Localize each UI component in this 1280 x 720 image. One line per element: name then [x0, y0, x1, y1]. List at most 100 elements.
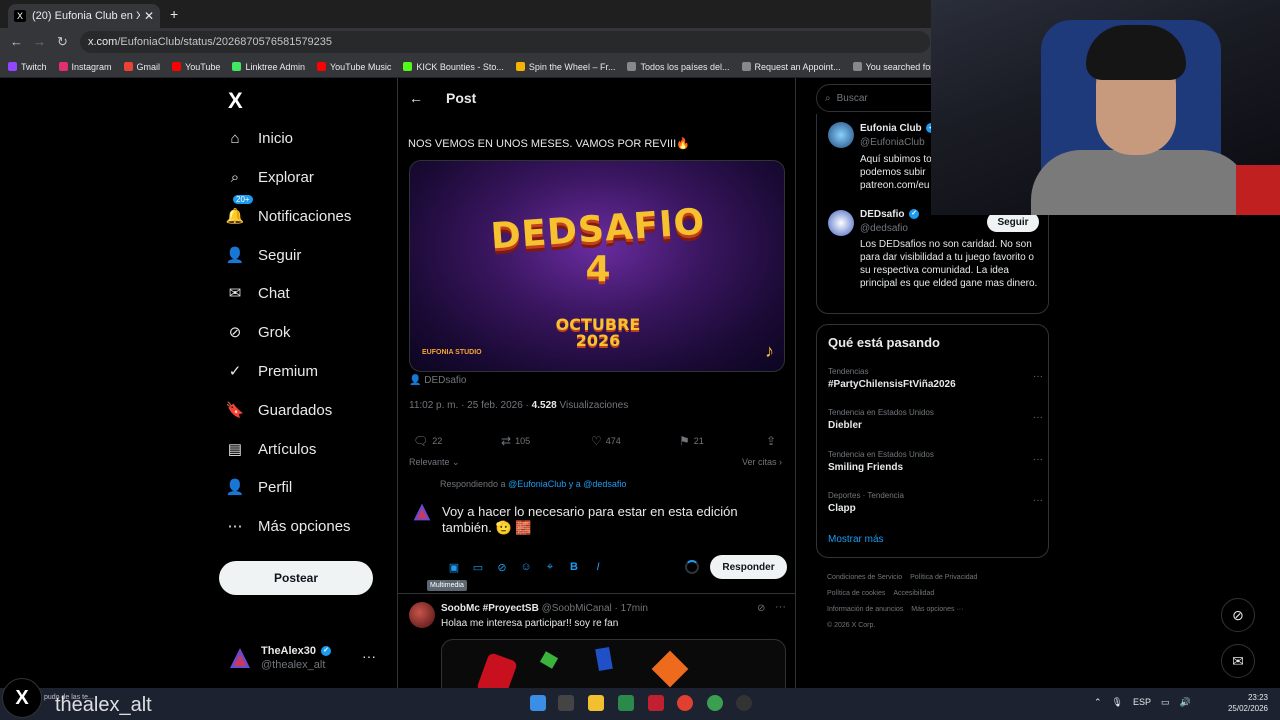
- footer-link[interactable]: Información de anuncios: [827, 606, 903, 613]
- reply-button[interactable]: Responder: [710, 555, 787, 579]
- nav-item-10[interactable]: ⋯ Más opciones: [226, 511, 351, 541]
- reply-media[interactable]: [441, 639, 786, 688]
- more-icon[interactable]: ···: [1033, 412, 1043, 423]
- bookmark-action[interactable]: ⚑ 21: [679, 434, 704, 448]
- post-actions: 🗨 22 ⇄ 105 ♡ 474 ⚑ 21 ⇪: [409, 434, 787, 448]
- bookmark-label: Request an Appoint...: [754, 61, 841, 72]
- account-switcher[interactable]: TheAlex30 ✓ @thealex_alt ···: [228, 644, 388, 674]
- nav-item-8[interactable]: ▤ Artículos: [226, 434, 316, 464]
- reply-action[interactable]: 🗨 22: [413, 434, 442, 448]
- app-icon[interactable]: [648, 695, 664, 711]
- nav-item-1[interactable]: ⌕ Explorar: [226, 162, 314, 192]
- nav-item-7[interactable]: 🔖 Guardados: [226, 395, 333, 425]
- address-bar[interactable]: x.com/EufoniaClub/status/202687057658157…: [80, 31, 930, 53]
- app-icon[interactable]: [618, 695, 634, 711]
- verified-icon: ✓: [909, 209, 920, 220]
- view-quotes-link[interactable]: Ver citas ›: [742, 457, 782, 467]
- avatar[interactable]: [409, 602, 435, 628]
- bookmark-item[interactable]: Gmail: [123, 62, 160, 72]
- reply-composer-input[interactable]: Voy a hacer lo necesario para estar en e…: [442, 504, 772, 536]
- browser-tab[interactable]: X (20) Eufonia Club en X: "DEDSA ✕: [8, 4, 160, 28]
- nav-item-2[interactable]: 🔔 20+ Notificaciones: [226, 194, 351, 231]
- bookmark-item[interactable]: Linktree Admin: [232, 62, 305, 72]
- footer-link[interactable]: Condiciones de Servicio: [827, 574, 902, 581]
- bookmark-item[interactable]: Request an Appoint...: [741, 61, 841, 72]
- reply-tweet[interactable]: SoobMc #ProyectSB @SoobMiCanal · 17min ⊘…: [398, 594, 795, 688]
- mic-icon[interactable]: 🎙: [1112, 697, 1123, 708]
- more-icon[interactable]: ···: [1033, 371, 1043, 382]
- more-icon[interactable]: ···: [1033, 495, 1043, 506]
- trend-name: Clapp: [828, 503, 856, 514]
- more-icon[interactable]: ···: [362, 648, 376, 664]
- footer-link[interactable]: © 2026 X Corp.: [827, 622, 875, 629]
- network-icon[interactable]: ▭: [1161, 697, 1170, 708]
- trend-context: Tendencia en Estados Unidos: [828, 408, 934, 417]
- follow-button[interactable]: Seguir: [987, 212, 1039, 232]
- media-icon[interactable]: ▣: [442, 561, 466, 574]
- like-action[interactable]: ♡ 474: [591, 434, 621, 448]
- gif-icon[interactable]: ▭: [466, 561, 490, 574]
- grok-icon[interactable]: ⊘: [490, 561, 514, 574]
- nav-item-9[interactable]: 👤 Perfil: [226, 472, 293, 502]
- more-icon[interactable]: ···: [1033, 454, 1043, 465]
- nav-item-6[interactable]: ✓ Premium: [226, 356, 318, 386]
- clock[interactable]: 23:23 25/02/2026: [1226, 692, 1268, 714]
- bookmark-item[interactable]: Todos los países del...: [627, 62, 730, 72]
- post-button[interactable]: Postear: [219, 561, 373, 595]
- nav-item-4[interactable]: ✉ Chat: [226, 278, 290, 308]
- new-tab-icon[interactable]: +: [170, 6, 178, 22]
- explorer-icon[interactable]: [588, 695, 604, 711]
- share-icon[interactable]: ⇪: [766, 434, 780, 448]
- footer-link[interactable]: Más opciones ···: [911, 606, 963, 613]
- bookmark-item[interactable]: Instagram: [58, 62, 112, 72]
- emoji-icon[interactable]: ☺: [514, 561, 538, 573]
- nav-item-5[interactable]: ⊘ Grok: [226, 317, 291, 347]
- tagged-user[interactable]: 👤 DEDsafio: [409, 375, 466, 386]
- trend-item[interactable]: Deportes · Tendencia Clapp ···: [828, 491, 1043, 514]
- chevron-up-icon[interactable]: ⌃: [1094, 697, 1102, 708]
- obs-icon[interactable]: [736, 695, 752, 711]
- forward-icon[interactable]: →: [33, 34, 46, 49]
- language-indicator[interactable]: ESP: [1133, 697, 1151, 708]
- grok-icon[interactable]: ⊘: [757, 603, 765, 614]
- show-more-link[interactable]: Mostrar más: [828, 534, 884, 545]
- bold-icon[interactable]: B: [562, 561, 586, 573]
- nav-item-0[interactable]: ⌂ Inicio: [226, 123, 293, 153]
- bookmark-item[interactable]: YouTube Music: [316, 62, 391, 72]
- footer-link[interactable]: Política de Privacidad: [910, 574, 977, 581]
- nav-label: Seguir: [258, 246, 302, 264]
- trend-item[interactable]: Tendencia en Estados Unidos Smiling Frien…: [828, 450, 1043, 473]
- back-icon[interactable]: ←: [10, 34, 23, 49]
- nav-icon: ⋯: [227, 518, 243, 535]
- post-media[interactable]: DEDSAFIO 4 OCTUBRE 2026 EUFONIA STUDIO ♪: [409, 160, 785, 372]
- back-arrow-icon[interactable]: ←: [409, 90, 423, 106]
- volume-icon[interactable]: 🔊: [1180, 697, 1191, 708]
- messages-fab-icon[interactable]: ✉: [1221, 644, 1255, 678]
- close-tab-icon[interactable]: ✕: [144, 9, 154, 23]
- bookmark-item[interactable]: KICK Bounties - Sto...: [403, 62, 504, 72]
- bookmark-favicon-icon: [8, 62, 17, 71]
- trend-item[interactable]: Tendencias #PartyChilensisFtViña2026 ···: [828, 367, 1043, 390]
- bookmark-item[interactable]: Spin the Wheel – Fr...: [515, 61, 616, 72]
- chrome-icon[interactable]: [707, 695, 723, 711]
- bookmark-item[interactable]: Twitch: [8, 62, 47, 72]
- italic-icon[interactable]: I: [586, 561, 610, 573]
- bookmark-label: Spin the Wheel – Fr...: [528, 61, 616, 72]
- x-logo-icon[interactable]: X: [228, 88, 243, 114]
- start-icon[interactable]: [530, 695, 546, 711]
- more-icon[interactable]: ···: [775, 601, 786, 613]
- sort-replies-dropdown[interactable]: Relevante ⌄: [409, 457, 460, 468]
- reload-icon[interactable]: ↻: [57, 34, 68, 50]
- trend-item[interactable]: Tendencia en Estados Unidos Diebler ···: [828, 408, 1043, 431]
- grok-fab-icon[interactable]: ⊘: [1221, 598, 1255, 632]
- bookmark-item[interactable]: YouTube: [172, 62, 220, 72]
- footer-link[interactable]: Política de cookies: [827, 590, 885, 597]
- taskview-icon[interactable]: [558, 695, 574, 711]
- chrome-icon[interactable]: [677, 695, 693, 711]
- footer-link[interactable]: Accesibilidad: [893, 590, 934, 597]
- location-icon[interactable]: ⌖: [538, 561, 562, 574]
- repost-action[interactable]: ⇄ 105: [501, 434, 530, 448]
- nav-item-3[interactable]: 👤 Seguir: [226, 240, 302, 270]
- composer-toolbar: ▣ ▭ ⊘ ☺ ⌖ B I: [442, 558, 610, 576]
- url-path: /EufoniaClub/status/2026870576581579235: [117, 36, 333, 48]
